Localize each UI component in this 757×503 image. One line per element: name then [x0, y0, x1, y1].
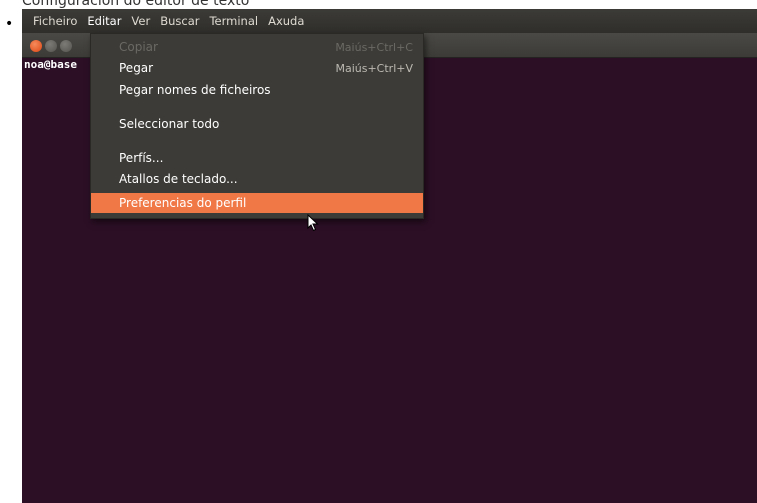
screenshot-frame: Ficheiro Editar Ver Buscar Terminal Axud… [22, 9, 757, 503]
menu-item-profiles[interactable]: Perfís... [91, 148, 423, 168]
menu-item-profiles-label: Perfís... [119, 151, 164, 165]
menu-item-keyboard-shortcuts-label: Atallos de teclado... [119, 172, 238, 186]
menu-item-select-all-label: Seleccionar todo [119, 117, 220, 131]
menu-terminal[interactable]: Terminal [204, 12, 263, 30]
menu-item-copy: Copiar Maiús+Ctrl+C [91, 37, 423, 57]
menu-item-profile-preferences-label: Preferencias do perfil [119, 196, 247, 210]
menu-item-paste-filenames-label: Pegar nomes de ficheiros [119, 83, 271, 97]
menu-editar[interactable]: Editar [82, 12, 126, 30]
menu-axuda[interactable]: Axuda [263, 12, 309, 30]
menu-ver[interactable]: Ver [126, 12, 155, 30]
menu-ficheiro[interactable]: Ficheiro [28, 12, 82, 30]
menu-bar: Ficheiro Editar Ver Buscar Terminal Axud… [22, 9, 757, 33]
menu-item-paste-filenames[interactable]: Pegar nomes de ficheiros [91, 80, 423, 100]
minimize-icon[interactable] [45, 40, 57, 52]
close-icon[interactable] [30, 40, 42, 52]
list-bullet: • [5, 16, 14, 32]
mouse-cursor-icon [307, 214, 319, 232]
menu-buscar[interactable]: Buscar [155, 12, 204, 30]
page-caption: Configuración do editor de texto [22, 0, 250, 9]
terminal-prompt: noa@base [24, 58, 77, 71]
menu-item-profile-preferences[interactable]: Preferencias do perfil [91, 193, 423, 213]
menu-item-copy-shortcut: Maiús+Ctrl+C [335, 40, 413, 54]
menu-item-paste-shortcut: Maiús+Ctrl+V [335, 61, 413, 75]
menu-item-select-all[interactable]: Seleccionar todo [91, 114, 423, 134]
maximize-icon[interactable] [60, 40, 72, 52]
menu-item-paste[interactable]: Pegar Maiús+Ctrl+V [91, 58, 423, 78]
menu-item-keyboard-shortcuts[interactable]: Atallos de teclado... [91, 169, 423, 189]
menu-item-copy-label: Copiar [119, 40, 158, 54]
edit-dropdown-menu: Copiar Maiús+Ctrl+C Pegar Maiús+Ctrl+V P… [90, 33, 424, 219]
menu-item-paste-label: Pegar [119, 61, 154, 75]
